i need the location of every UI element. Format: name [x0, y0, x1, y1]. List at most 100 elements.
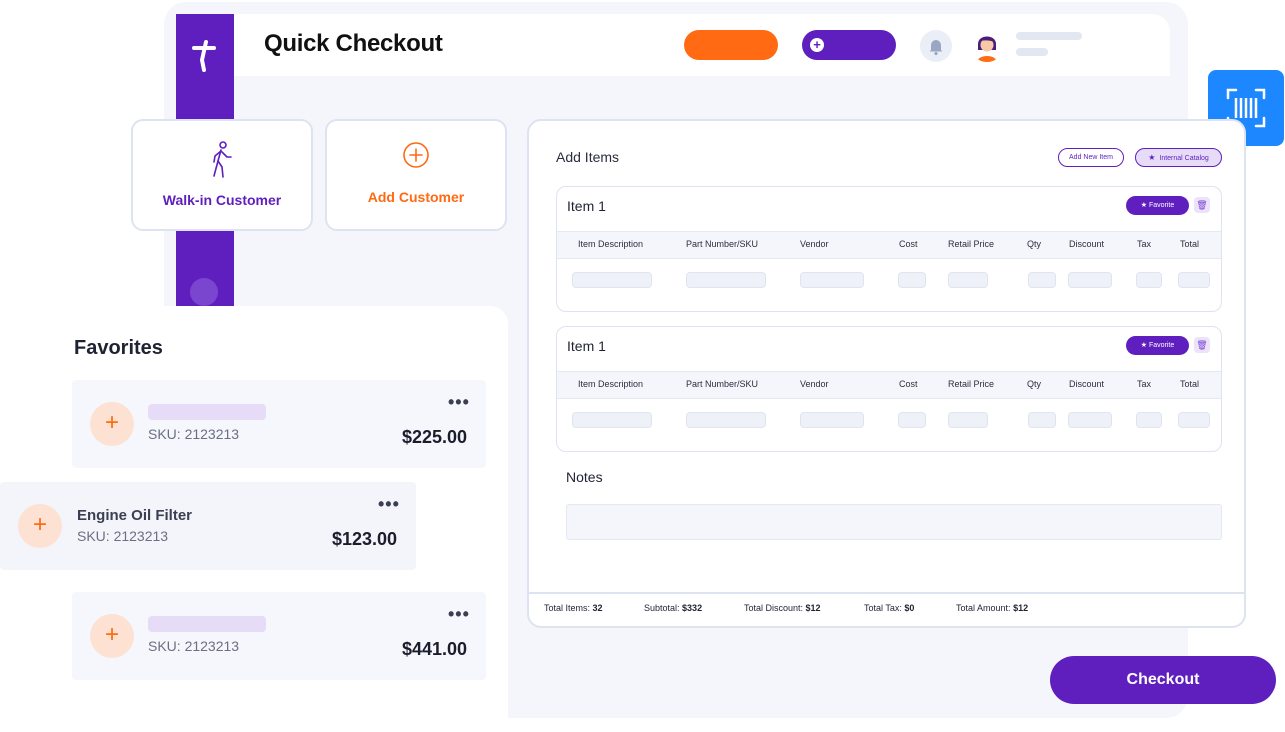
item-price: $441.00	[402, 639, 468, 659]
column-header: Cost	[899, 239, 918, 249]
vendor-input[interactable]	[800, 272, 864, 288]
brand-logo-icon[interactable]	[190, 38, 220, 74]
walkin-customer-label: Walk-in Customer	[162, 192, 282, 208]
item-name-placeholder	[148, 616, 266, 632]
total-items-label: Total Items:	[544, 603, 591, 613]
trash-icon[interactable]: 🗑	[1194, 337, 1210, 353]
column-header: Discount	[1069, 379, 1105, 389]
item-name: Engine Oil Filter	[77, 507, 193, 524]
internal-catalog-button[interactable]: ★ Internal Catalog	[1135, 148, 1222, 167]
favorite-item[interactable]: + SKU: 2123213 ••• $225.00	[72, 380, 486, 468]
favorite-label: Favorite	[1148, 342, 1175, 349]
more-dots-icon[interactable]: •••	[448, 604, 470, 625]
total-amount-value: $12	[1013, 603, 1029, 613]
notifications-button[interactable]	[920, 30, 952, 62]
notes-input[interactable]	[566, 504, 1222, 540]
user-role-placeholder	[1016, 48, 1048, 56]
discount-input[interactable]	[1068, 412, 1112, 428]
star-icon: ★	[1148, 153, 1156, 162]
star-icon: ★	[1140, 202, 1149, 209]
total-field	[1178, 412, 1210, 428]
add-favorite-button[interactable]: +	[90, 402, 134, 446]
total-tax: Total Tax: $0	[864, 603, 914, 613]
cost-input[interactable]	[898, 272, 926, 288]
checkout-button[interactable]: Checkout	[1050, 656, 1276, 704]
qty-input[interactable]	[1028, 412, 1056, 428]
vendor-input[interactable]	[800, 412, 864, 428]
column-header: Tax	[1137, 239, 1152, 249]
total-field	[1178, 272, 1210, 288]
favorite-item[interactable]: + Engine Oil Filter SKU: 2123213 ••• $12…	[0, 482, 416, 570]
walking-person-icon	[213, 141, 232, 178]
total-discount-label: Total Discount:	[744, 603, 804, 613]
add-favorite-button[interactable]: +	[90, 614, 134, 658]
total-items-value: 32	[592, 603, 603, 613]
total-amount: Total Amount: $12	[956, 603, 1028, 613]
column-header: Item Description	[578, 379, 644, 389]
add-favorite-button[interactable]: +	[18, 504, 62, 548]
avatar[interactable]	[970, 28, 1004, 62]
item-row-card: Item 1 ★ Favorite 🗑 Item Description Par…	[556, 186, 1222, 312]
item-title: Item 1	[567, 338, 606, 354]
discount-input[interactable]	[1068, 272, 1112, 288]
totals-divider	[528, 592, 1244, 594]
sidebar-nav-item[interactable]	[190, 278, 218, 306]
item-sku: SKU: 2123213	[148, 426, 240, 442]
item-price: $225.00	[402, 427, 468, 447]
add-items-title: Add Items	[556, 149, 620, 165]
subtotal-label: Subtotal:	[644, 603, 680, 613]
more-dots-icon[interactable]: •••	[448, 392, 470, 413]
plus-icon: +	[810, 38, 824, 52]
favorite-item[interactable]: + SKU: 2123213 ••• $441.00	[72, 592, 486, 680]
add-new-item-button[interactable]: Add New Item	[1058, 148, 1124, 167]
item-description-input[interactable]	[572, 412, 652, 428]
favorites-title: Favorites	[74, 337, 163, 359]
item-sku: SKU: 2123213	[148, 638, 240, 654]
column-header: Qty	[1027, 379, 1042, 389]
column-header: Total	[1180, 239, 1200, 249]
retail-price-input[interactable]	[948, 272, 988, 288]
item-title: Item 1	[567, 198, 606, 214]
tax-input[interactable]	[1136, 412, 1162, 428]
column-header: Qty	[1027, 239, 1042, 249]
column-header: Vendor	[800, 239, 829, 249]
star-icon: ★	[1140, 342, 1149, 349]
add-customer-card[interactable]: Add Customer	[325, 119, 507, 231]
total-discount-value: $12	[805, 603, 821, 613]
qty-input[interactable]	[1028, 272, 1056, 288]
part-number-input[interactable]	[686, 412, 766, 428]
favorite-button[interactable]: ★ Favorite	[1126, 196, 1189, 215]
trash-icon[interactable]: 🗑	[1194, 197, 1210, 213]
column-header: Part Number/SKU	[686, 239, 759, 249]
more-dots-icon[interactable]: •••	[378, 494, 400, 515]
page-title: Quick Checkout	[264, 30, 443, 57]
part-number-input[interactable]	[686, 272, 766, 288]
cost-input[interactable]	[898, 412, 926, 428]
favorite-button[interactable]: ★ Favorite	[1126, 336, 1189, 355]
orange-action-button[interactable]	[684, 30, 778, 60]
user-name-placeholder	[1016, 32, 1082, 40]
walkin-customer-card[interactable]: Walk-in Customer	[131, 119, 313, 231]
column-header: Vendor	[800, 379, 829, 389]
table-header-row	[557, 231, 1221, 259]
total-discount: Total Discount: $12	[744, 603, 821, 613]
item-description-input[interactable]	[572, 272, 652, 288]
tax-input[interactable]	[1136, 272, 1162, 288]
plus-circle-icon	[403, 142, 429, 168]
favorite-label: Favorite	[1148, 202, 1175, 209]
column-header: Cost	[899, 379, 918, 389]
item-sku: SKU: 2123213	[77, 528, 169, 544]
item-price: $123.00	[332, 529, 398, 549]
item-name-placeholder	[148, 404, 266, 420]
purple-action-button[interactable]: +	[802, 30, 896, 60]
total-tax-label: Total Tax:	[864, 603, 902, 613]
column-header: Total	[1180, 379, 1200, 389]
column-header: Retail Price	[948, 379, 995, 389]
retail-price-input[interactable]	[948, 412, 988, 428]
notes-label: Notes	[566, 469, 603, 485]
internal-catalog-label: Internal Catalog	[1159, 155, 1209, 162]
column-header: Retail Price	[948, 239, 995, 249]
column-header: Tax	[1137, 379, 1152, 389]
subtotal-value: $332	[682, 603, 703, 613]
total-items: Total Items: 32	[544, 603, 603, 613]
